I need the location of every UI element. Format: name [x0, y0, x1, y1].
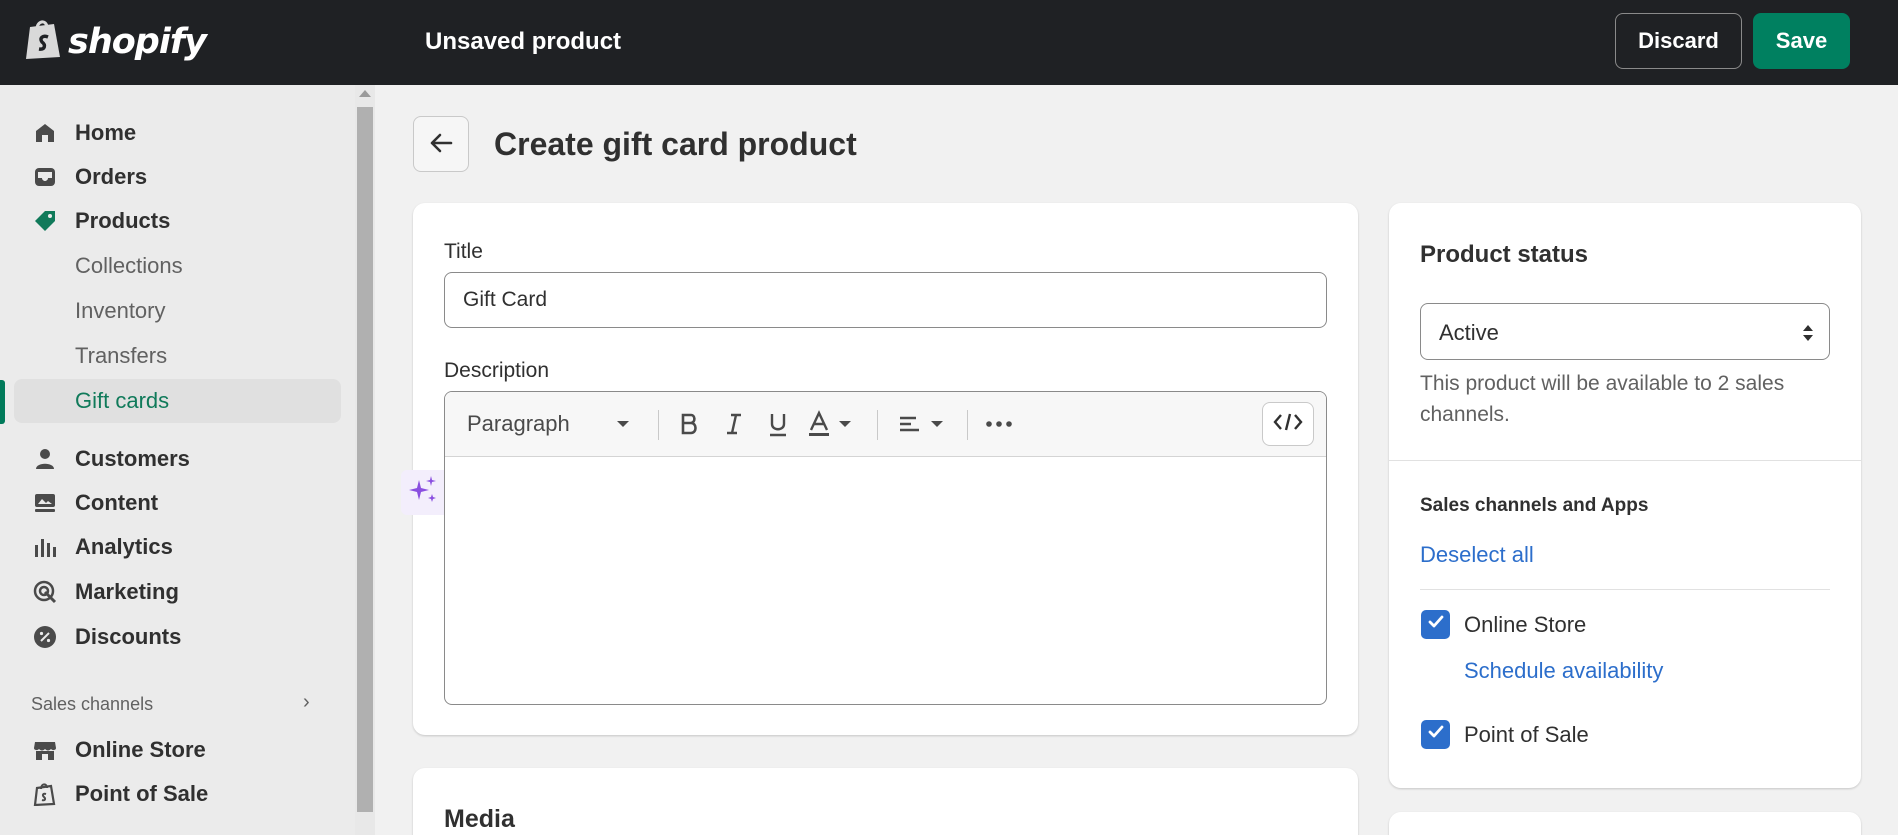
sidebar-item-point-of-sale[interactable]: Point of Sale [14, 772, 341, 816]
online-store-checkbox[interactable] [1421, 610, 1450, 639]
store-icon [33, 738, 57, 762]
sidebar-item-label: Products [75, 208, 171, 233]
bold-icon[interactable] [675, 408, 703, 440]
sidebar-item-collections[interactable]: Collections [14, 244, 341, 288]
sidebar-item-products[interactable]: Products [14, 199, 341, 243]
sales-channels-apps-title: Sales channels and Apps [1420, 495, 1649, 516]
sidebar-item-label: Discounts [75, 624, 182, 649]
editor-toolbar: Paragraph [445, 392, 1326, 457]
discard-button[interactable]: Discard [1615, 13, 1742, 69]
sales-channels-heading[interactable]: Sales channels [31, 694, 153, 715]
top-bar: shopify Unsaved product Discard Save [0, 0, 1898, 85]
inbox-icon [33, 165, 57, 189]
select-arrows-icon [1801, 322, 1815, 349]
sidebar-item-label: Home [75, 120, 137, 145]
sidebar-item-label: Point of Sale [75, 781, 209, 806]
description-text-area[interactable] [445, 458, 1326, 704]
title-input[interactable] [444, 272, 1327, 328]
sidebar-item-online-store[interactable]: Online Store [14, 728, 341, 772]
sidebar-item-discounts[interactable]: Discounts [14, 615, 341, 659]
toolbar-separator [967, 410, 968, 440]
media-title: Media [444, 805, 515, 833]
italic-icon[interactable] [720, 408, 748, 440]
sidebar: Home Orders Products Collections Invento… [0, 85, 355, 835]
toolbar-separator [658, 410, 659, 440]
pos-icon [33, 782, 57, 807]
description-editor: Paragraph [444, 391, 1327, 705]
save-button[interactable]: Save [1753, 13, 1850, 69]
point-of-sale-checkbox[interactable] [1421, 720, 1450, 749]
back-button[interactable] [413, 116, 469, 172]
sidebar-item-label: Online Store [75, 737, 206, 762]
text-color-icon[interactable] [807, 408, 855, 440]
sidebar-item-label: Orders [75, 164, 148, 189]
checkmark-icon [1426, 722, 1446, 747]
sidebar-item-analytics[interactable]: Analytics [14, 525, 341, 569]
discount-icon [33, 625, 57, 649]
scrollbar-thumb[interactable] [357, 107, 373, 812]
sidebar-item-label: Customers [75, 446, 190, 471]
sidebar-item-label: Transfers [75, 343, 168, 368]
description-label: Description [444, 359, 550, 382]
title-label: Title [444, 240, 483, 263]
shopify-bag-icon [24, 17, 62, 66]
html-code-button[interactable] [1262, 402, 1314, 446]
sidebar-item-gift-cards[interactable]: Gift cards [14, 379, 341, 423]
product-status-title: Product status [1420, 241, 1589, 268]
schedule-availability-link[interactable]: Schedule availability [1464, 658, 1663, 684]
sidebar-scrollbar[interactable] [355, 85, 375, 835]
sidebar-item-home[interactable]: Home [14, 111, 341, 155]
brand-name: shopify [68, 21, 207, 62]
sidebar-item-label: Collections [75, 253, 183, 278]
sidebar-item-label: Marketing [75, 579, 179, 604]
ai-sparkle-button[interactable] [401, 470, 444, 515]
paragraph-select[interactable]: Paragraph [467, 408, 639, 440]
sidebar-item-label: Analytics [75, 534, 173, 559]
sidebar-item-transfers[interactable]: Transfers [14, 334, 341, 378]
content-icon [33, 491, 57, 515]
home-icon [33, 121, 57, 145]
media-card [413, 768, 1358, 835]
sidebar-item-marketing[interactable]: Marketing [14, 570, 341, 614]
toolbar-separator [877, 410, 878, 440]
shopify-logo[interactable]: shopify [24, 17, 207, 66]
deselect-all-link[interactable]: Deselect all [1420, 542, 1534, 568]
channels-divider [1420, 589, 1830, 590]
person-icon [33, 447, 57, 471]
more-options-icon[interactable] [984, 408, 1014, 440]
card-divider [1389, 460, 1861, 461]
page-title: Create gift card product [494, 126, 857, 162]
scroll-up-arrow-icon[interactable] [359, 90, 371, 97]
sidebar-item-label: Inventory [75, 298, 166, 323]
next-side-card [1389, 812, 1861, 835]
active-indicator [0, 380, 5, 424]
caret-down-icon [615, 416, 631, 437]
status-help-text: This product will be available to 2 sale… [1420, 372, 1785, 426]
sparkle-icon [407, 474, 439, 511]
arrow-left-icon [427, 133, 455, 160]
unsaved-product-heading: Unsaved product [425, 28, 622, 55]
sidebar-item-customers[interactable]: Customers [14, 437, 341, 481]
point-of-sale-label: Point of Sale [1464, 722, 1589, 747]
status-select-value: Active [1439, 320, 1499, 345]
chevron-right-icon[interactable]: › [303, 691, 310, 714]
online-store-label: Online Store [1464, 612, 1587, 637]
sidebar-item-content[interactable]: Content [14, 481, 341, 525]
tag-icon [33, 209, 57, 233]
sidebar-item-orders[interactable]: Orders [14, 155, 341, 199]
align-left-icon[interactable] [897, 408, 947, 440]
sidebar-item-label: Content [75, 490, 159, 515]
bar-chart-icon [33, 535, 57, 559]
status-select[interactable]: Active [1420, 303, 1830, 360]
code-icon [1273, 412, 1303, 437]
checkmark-icon [1426, 612, 1446, 637]
underline-icon[interactable] [764, 408, 792, 440]
target-icon [33, 580, 57, 604]
sidebar-item-inventory[interactable]: Inventory [14, 289, 341, 333]
paragraph-select-value: Paragraph [467, 411, 570, 436]
sidebar-item-label: Gift cards [75, 388, 170, 413]
